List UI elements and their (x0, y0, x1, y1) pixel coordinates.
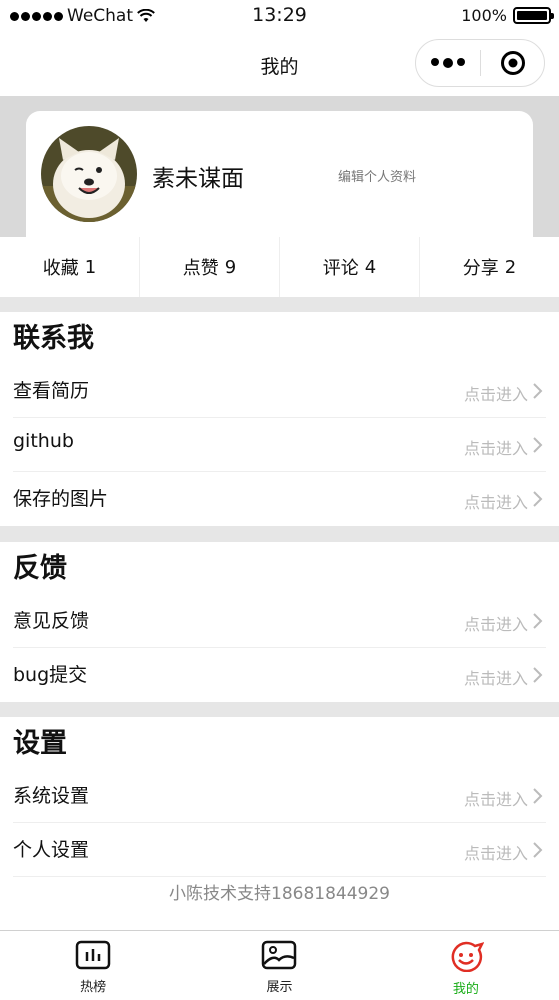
tab-mine[interactable]: 我的 (373, 931, 559, 1000)
chart-icon (75, 940, 111, 970)
chevron-right-icon (533, 842, 543, 858)
chevron-right-icon (533, 788, 543, 804)
list-item-saved-images[interactable]: 保存的图片 点击进入 (13, 472, 546, 526)
divider (0, 702, 559, 717)
list-item-action: 点击进入 (463, 844, 528, 863)
section-title: 反馈 (13, 553, 67, 584)
username: 素未谋面 (152, 166, 244, 192)
list-item-action: 点击进入 (463, 493, 528, 512)
list-item-action: 点击进入 (463, 615, 528, 634)
tab-hot[interactable]: 热榜 (0, 931, 186, 1000)
list-item-resume[interactable]: 查看简历 点击进入 (13, 364, 546, 418)
list-item-bug-report[interactable]: bug提交 点击进入 (13, 648, 546, 702)
more-icon[interactable] (416, 58, 480, 68)
list-item-label: 保存的图片 (13, 488, 109, 510)
stat-shares[interactable]: 分享 2 (420, 237, 559, 297)
edit-profile-link[interactable]: 编辑个人资料 (338, 166, 416, 185)
close-target-icon[interactable] (481, 50, 544, 76)
section-contact: 联系我 查看简历 点击进入 github 点击进入 保存的图片 点击进入 (0, 312, 559, 526)
section-feedback: 反馈 意见反馈 点击进入 bug提交 点击进入 (0, 542, 559, 702)
mini-program-capsule (415, 39, 545, 87)
list-item-label: 查看简历 (13, 380, 90, 402)
battery-icon (513, 7, 554, 24)
avatar[interactable] (41, 126, 137, 222)
tab-label: 热榜 (80, 980, 107, 995)
chevron-right-icon (533, 613, 543, 629)
list-item-action: 点击进入 (463, 669, 528, 688)
list-item-github[interactable]: github 点击进入 (13, 418, 546, 472)
stat-comments[interactable]: 评论 4 (280, 237, 420, 297)
list-item-label: github (13, 430, 74, 452)
tab-bar: 热榜 展示 我的 (0, 930, 559, 1000)
chevron-right-icon (533, 667, 543, 683)
divider (0, 526, 559, 542)
battery-percent: 100% (461, 6, 507, 25)
list-item-label: 系统设置 (13, 785, 90, 807)
section-title: 联系我 (13, 323, 94, 354)
divider (0, 297, 559, 312)
section-title: 设置 (13, 728, 67, 759)
nav-bar: 我的 (0, 32, 559, 96)
chevron-right-icon (533, 383, 543, 399)
stat-favorites[interactable]: 收藏 1 (0, 237, 140, 297)
smiley-icon (451, 941, 484, 972)
list-item-label: 个人设置 (13, 839, 90, 861)
tab-showcase[interactable]: 展示 (186, 931, 372, 1000)
chevron-right-icon (533, 437, 543, 453)
list-item-personal-settings[interactable]: 个人设置 点击进入 (13, 823, 546, 877)
list-item-action: 点击进入 (463, 385, 528, 404)
list-item-system-settings[interactable]: 系统设置 点击进入 (13, 769, 546, 823)
footer-support-text: 小陈技术支持18681844929 (169, 884, 390, 904)
list-item-label: 意见反馈 (13, 610, 90, 632)
chevron-right-icon (533, 491, 543, 507)
battery-info: 100% (461, 6, 554, 25)
stats-row: 收藏 1 点赞 9 评论 4 分享 2 (0, 237, 559, 297)
list-item-action: 点击进入 (463, 439, 528, 458)
list-item-feedback[interactable]: 意见反馈 点击进入 (13, 594, 546, 648)
image-icon (262, 940, 297, 970)
list-item-action: 点击进入 (463, 790, 528, 809)
tab-label: 我的 (452, 982, 479, 997)
profile-card: 素未谋面 编辑个人资料 (26, 111, 533, 251)
list-item-label: bug提交 (13, 664, 88, 686)
status-bar: WeChat 13:29 100% (0, 0, 559, 32)
tab-label: 展示 (266, 980, 293, 995)
stat-likes[interactable]: 点赞 9 (140, 237, 280, 297)
